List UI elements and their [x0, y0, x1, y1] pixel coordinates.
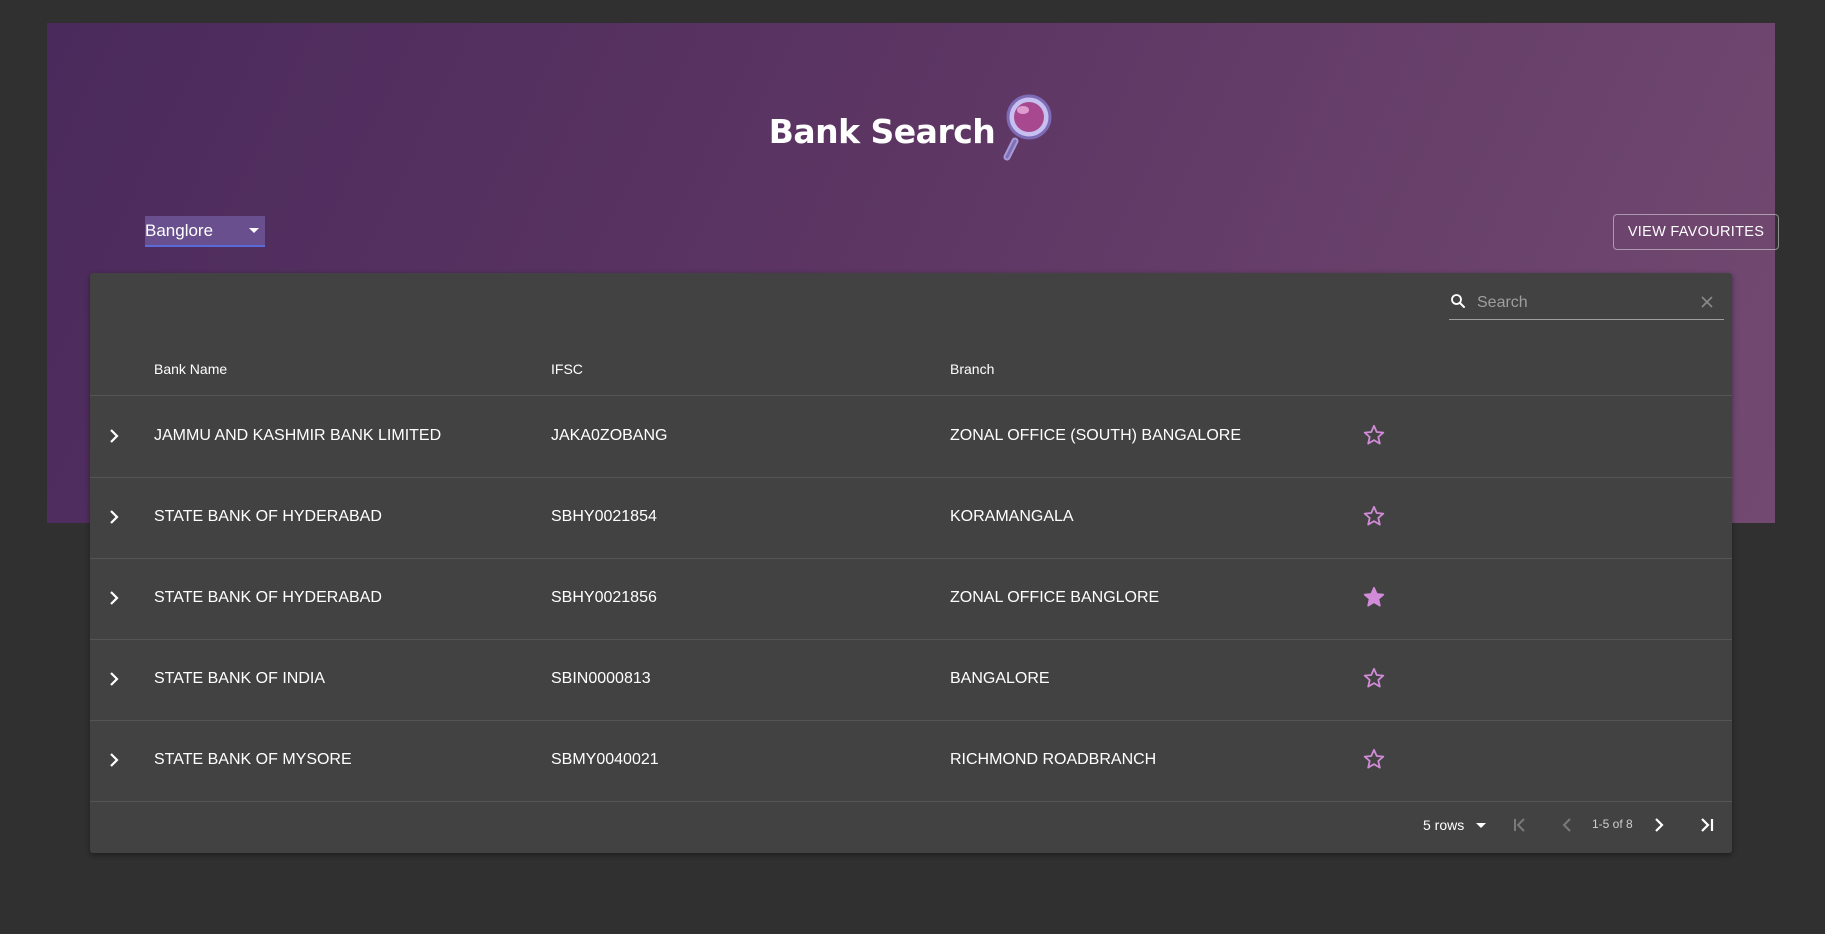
expand-row-chevron-icon[interactable]	[102, 505, 126, 529]
magnifying-glass-icon	[1001, 93, 1053, 170]
page-header: Bank Search	[47, 93, 1775, 170]
rows-per-page-value: 5 rows	[1423, 817, 1465, 833]
branch-cell: RICHMOND ROADBRANCH	[950, 751, 1157, 768]
results-table-panel: Bank Name IFSC Branch JAMMU AND KASHMIR …	[90, 273, 1732, 853]
last-page-icon[interactable]	[1695, 813, 1719, 837]
column-header-branch[interactable]: Branch	[950, 361, 994, 377]
table-row[interactable]: STATE BANK OF MYSORE SBMY0040021 RICHMON…	[90, 720, 1732, 802]
ifsc-cell: SBHY0021856	[551, 589, 657, 606]
rows-per-page-select[interactable]: 5 rows	[1423, 817, 1487, 833]
column-header-bank-name[interactable]: Bank Name	[154, 361, 227, 377]
bank-name-cell: JAMMU AND KASHMIR BANK LIMITED	[154, 427, 442, 444]
bank-name-cell: STATE BANK OF INDIA	[154, 670, 325, 687]
city-select[interactable]: Banglore	[145, 216, 265, 247]
page-title: Bank Search	[768, 112, 996, 151]
bank-name-cell: STATE BANK OF HYDERABAD	[154, 589, 382, 606]
table-row[interactable]: STATE BANK OF INDIA SBIN0000813 BANGALOR…	[90, 639, 1732, 721]
expand-row-chevron-icon[interactable]	[102, 586, 126, 610]
favourite-star-filled-icon[interactable]	[1362, 585, 1386, 609]
search-input[interactable]	[1475, 293, 1689, 313]
favourite-star-outline-icon[interactable]	[1362, 666, 1386, 690]
table-pagination: 5 rows 1-5 of 8	[90, 799, 1732, 853]
table-row[interactable]: STATE BANK OF HYDERABAD SBHY0021854 KORA…	[90, 477, 1732, 559]
branch-cell: BANGALORE	[950, 670, 1050, 687]
ifsc-cell: SBMY0040021	[551, 751, 659, 768]
expand-row-chevron-icon[interactable]	[102, 424, 126, 448]
favourite-star-outline-icon[interactable]	[1362, 423, 1386, 447]
table-row[interactable]: JAMMU AND KASHMIR BANK LIMITED JAKA0ZOBA…	[90, 396, 1732, 478]
dropdown-arrow-icon	[249, 228, 259, 233]
favourite-star-outline-icon[interactable]	[1362, 504, 1386, 528]
city-select-value: Banglore	[145, 220, 214, 240]
clear-search-icon[interactable]	[1700, 295, 1714, 309]
table-row[interactable]: STATE BANK OF HYDERABAD SBHY0021856 ZONA…	[90, 558, 1732, 640]
column-header-ifsc[interactable]: IFSC	[551, 361, 583, 377]
expand-row-chevron-icon[interactable]	[102, 667, 126, 691]
previous-page-icon[interactable]	[1555, 813, 1579, 837]
branch-cell: ZONAL OFFICE (SOUTH) BANGALORE	[950, 427, 1241, 444]
search-icon	[1449, 292, 1467, 315]
pagination-range: 1-5 of 8	[1592, 817, 1633, 831]
first-page-icon[interactable]	[1508, 813, 1532, 837]
ifsc-cell: SBHY0021854	[551, 508, 657, 525]
branch-cell: ZONAL OFFICE BANGLORE	[950, 589, 1160, 606]
view-favourites-button[interactable]: VIEW FAVOURITES	[1613, 214, 1779, 250]
next-page-icon[interactable]	[1647, 813, 1671, 837]
expand-row-chevron-icon[interactable]	[102, 748, 126, 772]
table-header: Bank Name IFSC Branch	[90, 343, 1732, 396]
ifsc-cell: JAKA0ZOBANG	[551, 427, 668, 444]
ifsc-cell: SBIN0000813	[551, 670, 651, 687]
bank-name-cell: STATE BANK OF HYDERABAD	[154, 508, 382, 525]
bank-name-cell: STATE BANK OF MYSORE	[154, 751, 352, 768]
dropdown-arrow-icon	[1476, 822, 1487, 828]
search-box	[1449, 287, 1724, 320]
favourite-star-outline-icon[interactable]	[1362, 747, 1386, 771]
branch-cell: KORAMANGALA	[950, 508, 1074, 525]
